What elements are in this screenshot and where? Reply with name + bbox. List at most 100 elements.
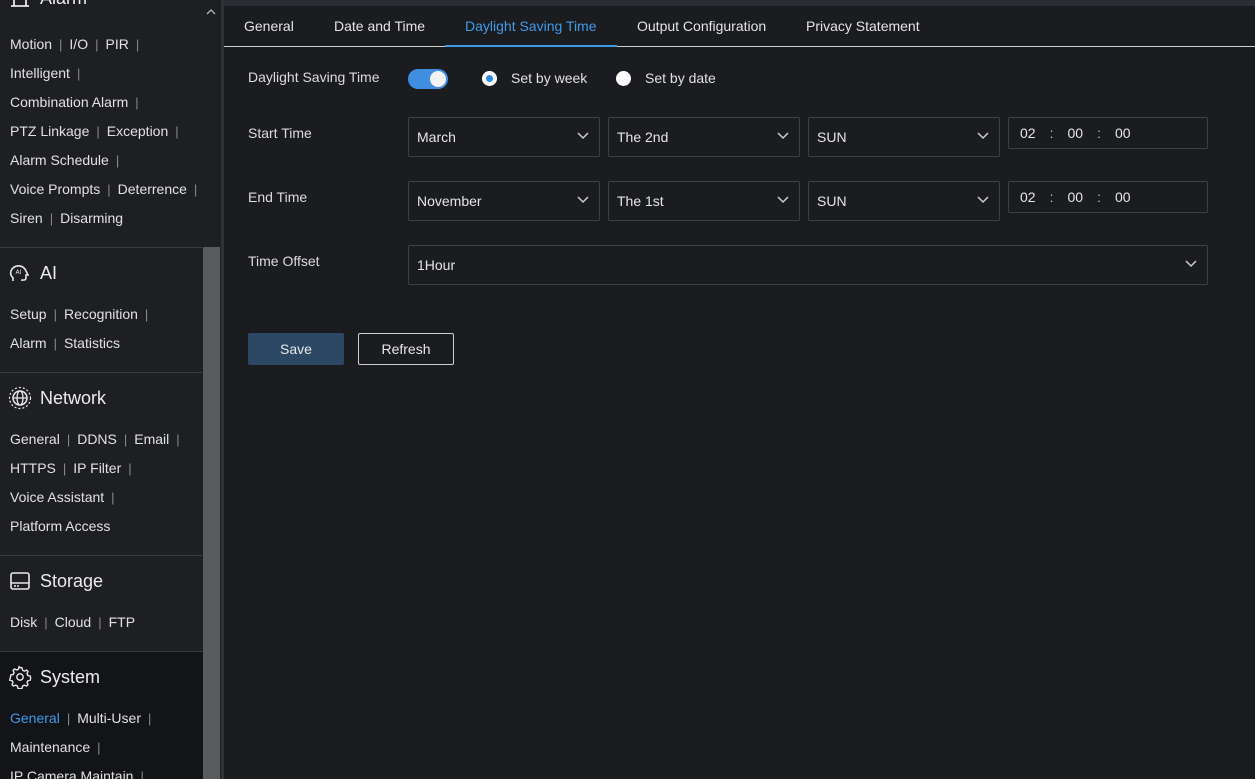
sidebar-item-setup[interactable]: Setup	[10, 306, 47, 322]
chevron-up-icon[interactable]	[205, 6, 217, 18]
separator: |	[175, 123, 179, 139]
start-month-select[interactable]: March	[408, 117, 600, 157]
end-hour-field[interactable]: 02	[1020, 189, 1036, 205]
section-ai-header[interactable]: AI AI	[8, 261, 57, 285]
toggle-knob	[430, 71, 446, 87]
radio-button[interactable]	[616, 70, 631, 86]
sidebar-item-combination-alarm[interactable]: Combination Alarm	[10, 94, 128, 110]
radio-set-by-date-label: Set by date	[645, 70, 716, 86]
sidebar-item-voice-assistant[interactable]: Voice Assistant	[10, 489, 104, 505]
tab-date-and-time[interactable]: Date and Time	[314, 6, 445, 47]
radio-set-by-week-label: Set by week	[511, 70, 588, 86]
section-system-header[interactable]: System	[8, 665, 101, 690]
sidebar-item-io[interactable]: I/O	[69, 36, 88, 52]
tab-output-configuration[interactable]: Output Configuration	[617, 6, 786, 47]
section-system-title: System	[40, 666, 101, 687]
sidebar-item-intelligent[interactable]: Intelligent	[10, 65, 70, 81]
end-week-select[interactable]: The 1st	[608, 181, 800, 221]
sidebar-item-cloud[interactable]: Cloud	[55, 614, 92, 630]
sidebar-item-ddns[interactable]: DDNS	[77, 431, 117, 447]
section-alarm-header[interactable]: Alarm	[8, 0, 87, 10]
time-separator: :	[1097, 189, 1101, 205]
sidebar-item-pir[interactable]: PIR	[105, 36, 128, 52]
refresh-button[interactable]: Refresh	[358, 333, 454, 365]
sidebar-item-ftp[interactable]: FTP	[109, 614, 135, 630]
sidebar-row: Platform Access	[10, 518, 110, 534]
tab-daylight-saving-time[interactable]: Daylight Saving Time	[445, 6, 617, 47]
sidebar-item-disarming[interactable]: Disarming	[60, 210, 123, 226]
sidebar-item-voice-prompts[interactable]: Voice Prompts	[10, 181, 100, 197]
end-minute-field[interactable]: 00	[1067, 189, 1083, 205]
sidebar-item-platform-access[interactable]: Platform Access	[10, 518, 110, 534]
sidebar-item-recognition[interactable]: Recognition	[64, 306, 138, 322]
alarm-icon	[8, 0, 32, 10]
separator: |	[49, 210, 54, 226]
sidebar-item-motion[interactable]: Motion	[10, 36, 52, 52]
time-offset-label: Time Offset	[248, 253, 320, 269]
sidebar-row: PTZ Linkage | Exception |	[10, 123, 186, 139]
separator: |	[98, 614, 102, 630]
sidebar-item-ai-alarm[interactable]: Alarm	[10, 335, 47, 351]
sidebar-item-ptz-linkage[interactable]: PTZ Linkage	[10, 123, 89, 139]
sidebar-row: Disk | Cloud | FTP	[10, 614, 135, 630]
sidebar: Alarm Motion | I/O | PIR | Intelligent | Com…	[0, 0, 221, 779]
time-separator: :	[1049, 189, 1054, 205]
sidebar-item-statistics[interactable]: Statistics	[64, 335, 120, 351]
sidebar-item-ip-filter[interactable]: IP Filter	[73, 460, 121, 476]
separator: |	[115, 152, 120, 168]
dst-label: Daylight Saving Time	[248, 69, 380, 85]
sidebar-row: Siren | Disarming	[10, 210, 123, 226]
tab-privacy-statement[interactable]: Privacy Statement	[786, 6, 940, 47]
end-day-select[interactable]: SUN	[808, 181, 1000, 221]
sidebar-item-system-general[interactable]: General	[10, 710, 60, 726]
sidebar-item-https[interactable]: HTTPS	[10, 460, 56, 476]
sidebar-item-exception[interactable]: Exception	[107, 123, 168, 139]
tab-general[interactable]: General	[224, 6, 314, 47]
sidebar-row: Motion | I/O | PIR |	[10, 36, 146, 52]
dst-toggle[interactable]	[408, 69, 448, 89]
sidebar-item-alarm-schedule[interactable]: Alarm Schedule	[10, 152, 109, 168]
sidebar-item-disk[interactable]: Disk	[10, 614, 37, 630]
sidebar-item-siren[interactable]: Siren	[10, 210, 43, 226]
start-second-field[interactable]: 00	[1115, 125, 1131, 141]
hard-drive-icon	[8, 569, 32, 593]
separator: |	[176, 431, 180, 447]
section-network-header[interactable]: Network	[8, 386, 106, 410]
end-time-input[interactable]: 02: 00: 00	[1008, 181, 1208, 213]
sidebar-item-network-general[interactable]: General	[10, 431, 60, 447]
end-second-field[interactable]: 00	[1115, 189, 1131, 205]
time-separator: :	[1097, 125, 1101, 141]
radio-button-selected[interactable]	[482, 70, 497, 86]
end-month-value: November	[417, 193, 482, 209]
separator: |	[95, 36, 99, 52]
end-month-select[interactable]: November	[408, 181, 600, 221]
save-button[interactable]: Save	[248, 333, 344, 365]
sidebar-item-maintenance[interactable]: Maintenance	[10, 739, 90, 755]
sidebar-item-multi-user[interactable]: Multi-User	[77, 710, 141, 726]
separator: |	[53, 335, 57, 351]
radio-set-by-date[interactable]: Set by date	[616, 70, 716, 86]
time-offset-select[interactable]: 1Hour	[408, 245, 1208, 285]
separator: |	[193, 181, 198, 197]
separator: |	[96, 123, 100, 139]
start-week-value: The 2nd	[617, 129, 669, 145]
start-minute-field[interactable]: 00	[1067, 125, 1083, 141]
radio-set-by-week[interactable]: Set by week	[482, 70, 587, 86]
start-day-select[interactable]: SUN	[808, 117, 1000, 157]
sidebar-item-email[interactable]: Email	[134, 431, 169, 447]
chevron-down-icon	[977, 196, 989, 204]
separator: |	[144, 306, 149, 322]
section-alarm-title: Alarm	[40, 0, 87, 9]
sidebar-item-deterrence[interactable]: Deterrence	[118, 181, 187, 197]
section-ai-title: AI	[40, 262, 58, 283]
section-divider	[0, 372, 202, 373]
separator: |	[123, 431, 128, 447]
section-storage-header[interactable]: Storage	[8, 569, 103, 593]
start-day-value: SUN	[817, 129, 847, 145]
sidebar-item-ip-camera-maintain[interactable]: IP Camera Maintain	[10, 768, 133, 779]
start-time-input[interactable]: 02: 00: 00	[1008, 117, 1208, 149]
start-week-select[interactable]: The 2nd	[608, 117, 800, 157]
sidebar-scrollbar[interactable]	[203, 247, 220, 779]
start-hour-field[interactable]: 02	[1020, 125, 1036, 141]
time-separator: :	[1049, 125, 1054, 141]
